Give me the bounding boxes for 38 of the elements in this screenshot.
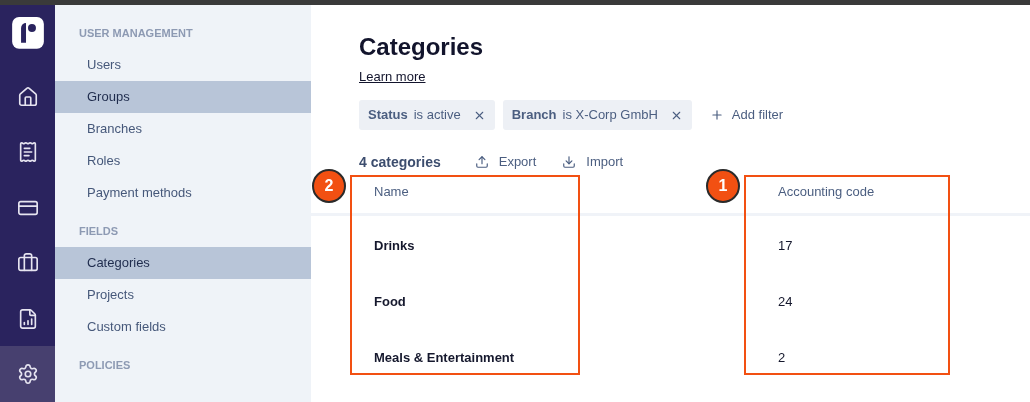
table-cell-text: Food [373,294,407,310]
sidebar-item[interactable]: Groups [55,81,311,113]
add-filter-button[interactable]: Add filter [709,105,784,125]
sidebar-item[interactable]: Projects [55,279,311,311]
upload-icon [474,155,489,169]
table-cell-text: 17 [777,238,794,254]
import-button[interactable]: Import [562,152,624,172]
sidebar-item[interactable]: Users [55,49,311,81]
download-icon [562,155,577,169]
table-cell-text: Drinks [373,238,416,254]
section-heading: POLICIES [78,358,132,373]
logo-icon [11,17,44,49]
sidebar-item[interactable]: Categories [55,247,311,279]
filter-field: Status [368,105,408,125]
filter-chip[interactable]: Status is active [359,100,495,130]
plus-icon [709,108,724,122]
filter-value: is active [413,106,461,125]
table-cell-text: Meals & Entertainment [373,350,516,366]
sidebar-item[interactable]: Custom fields [55,311,311,343]
annotation-badge: 2 [312,169,346,203]
sidebar-item[interactable]: Roles [55,145,311,177]
learn-more-link[interactable]: Learn more [359,67,426,87]
filter-value: is X-Corp GmbH [562,106,658,125]
table-cell-text: 2 [777,350,787,366]
item-count: 4 categories [359,152,441,172]
filter-field: Branch [511,105,557,125]
table-cell-text: 24 [777,294,794,310]
section-heading: FIELDS [78,224,120,239]
section-heading: USER MANAGEMENT [78,26,194,41]
column-header: Accounting code [777,185,876,199]
sidebar-item[interactable]: Branches [55,113,311,145]
annotation-badge: 1 [706,169,740,203]
column-header: Name [373,185,410,199]
filter-chip[interactable]: Branch is X-Corp GmbH [502,100,692,130]
sidebar-item[interactable]: Payment methods [55,177,311,209]
page-title: Categories [359,33,485,61]
export-button[interactable]: Export [474,152,537,172]
settings-icon[interactable] [0,346,55,402]
